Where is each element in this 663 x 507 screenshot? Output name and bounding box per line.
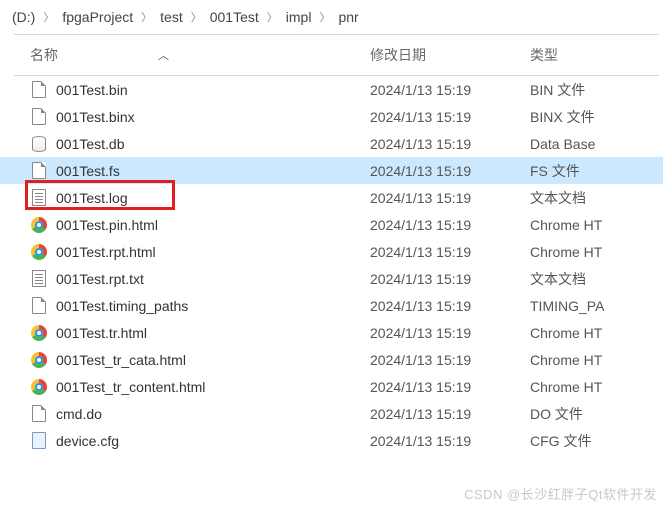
- file-name: 001Test.log: [56, 190, 370, 206]
- file-date: 2024/1/13 15:19: [370, 271, 530, 287]
- file-row[interactable]: 001Test.binx2024/1/13 15:19BINX 文件: [30, 103, 663, 130]
- file-row[interactable]: 001Test_tr_content.html2024/1/13 15:19Ch…: [30, 373, 663, 400]
- file-name: 001Test_tr_cata.html: [56, 352, 370, 368]
- file-name: 001Test.tr.html: [56, 325, 370, 341]
- cfg-icon: [30, 432, 48, 450]
- file-row[interactable]: 001Test.tr.html2024/1/13 15:19Chrome HT: [30, 319, 663, 346]
- file-type: Chrome HT: [530, 379, 602, 395]
- file-row[interactable]: 001Test_tr_cata.html2024/1/13 15:19Chrom…: [30, 346, 663, 373]
- file-icon: [30, 405, 48, 423]
- file-date: 2024/1/13 15:19: [370, 379, 530, 395]
- file-type: BIN 文件: [530, 80, 585, 100]
- file-date: 2024/1/13 15:19: [370, 352, 530, 368]
- column-header-name[interactable]: 名称: [30, 45, 58, 65]
- file-name: device.cfg: [56, 433, 370, 449]
- column-header-type[interactable]: 类型: [530, 45, 663, 65]
- file-type: Data Base: [530, 136, 595, 152]
- breadcrumb-item[interactable]: pnr: [338, 9, 358, 25]
- file-row[interactable]: 001Test.timing_paths2024/1/13 15:19TIMIN…: [30, 292, 663, 319]
- file-row[interactable]: cmd.do2024/1/13 15:19DO 文件: [30, 400, 663, 427]
- file-name: 001Test.binx: [56, 109, 370, 125]
- file-date: 2024/1/13 15:19: [370, 406, 530, 422]
- file-type: Chrome HT: [530, 352, 602, 368]
- file-icon: [30, 108, 48, 126]
- file-date: 2024/1/13 15:19: [370, 298, 530, 314]
- db-icon: [30, 135, 48, 153]
- file-date: 2024/1/13 15:19: [370, 433, 530, 449]
- file-date: 2024/1/13 15:19: [370, 109, 530, 125]
- file-date: 2024/1/13 15:19: [370, 163, 530, 179]
- file-date: 2024/1/13 15:19: [370, 217, 530, 233]
- file-row[interactable]: 001Test.rpt.txt2024/1/13 15:19文本文档: [30, 265, 663, 292]
- textfile-icon: [30, 189, 48, 207]
- breadcrumb-item[interactable]: impl: [286, 9, 312, 25]
- file-date: 2024/1/13 15:19: [370, 136, 530, 152]
- file-row[interactable]: 001Test.db2024/1/13 15:19Data Base: [30, 130, 663, 157]
- watermark-text: CSDN @长沙红胖子Qt软件开发: [464, 484, 657, 503]
- file-row[interactable]: 001Test.pin.html2024/1/13 15:19Chrome HT: [30, 211, 663, 238]
- breadcrumb-root[interactable]: (D:): [12, 9, 35, 25]
- chrome-icon: [30, 243, 48, 261]
- file-date: 2024/1/13 15:19: [370, 244, 530, 260]
- breadcrumb[interactable]: (D:) 〉 fpgaProject 〉 test 〉 001Test 〉 im…: [0, 0, 663, 34]
- file-date: 2024/1/13 15:19: [370, 82, 530, 98]
- file-name: 001Test.pin.html: [56, 217, 370, 233]
- file-type: FS 文件: [530, 161, 580, 181]
- file-date: 2024/1/13 15:19: [370, 325, 530, 341]
- chrome-icon: [30, 216, 48, 234]
- file-name: 001Test.bin: [56, 82, 370, 98]
- file-type: TIMING_PA: [530, 298, 604, 314]
- file-date: 2024/1/13 15:19: [370, 190, 530, 206]
- file-icon: [30, 162, 48, 180]
- chevron-right-icon: 〉: [43, 9, 54, 25]
- chevron-right-icon: 〉: [267, 9, 278, 25]
- file-name: 001Test.fs: [56, 163, 370, 179]
- file-type: Chrome HT: [530, 217, 602, 233]
- chevron-right-icon: 〉: [141, 9, 152, 25]
- chrome-icon: [30, 378, 48, 396]
- breadcrumb-item[interactable]: 001Test: [210, 9, 259, 25]
- textfile-icon: [30, 270, 48, 288]
- sort-ascending-icon: ︿: [158, 47, 169, 63]
- breadcrumb-item[interactable]: fpgaProject: [62, 9, 133, 25]
- file-name: cmd.do: [56, 406, 370, 422]
- file-type: BINX 文件: [530, 107, 595, 127]
- file-type: Chrome HT: [530, 325, 602, 341]
- file-icon: [30, 81, 48, 99]
- file-type: 文本文档: [530, 188, 586, 208]
- file-row[interactable]: device.cfg2024/1/13 15:19CFG 文件: [30, 427, 663, 454]
- file-row[interactable]: 001Test.fs2024/1/13 15:19FS 文件: [0, 157, 663, 184]
- column-header-date[interactable]: 修改日期: [370, 45, 530, 65]
- file-name: 001Test.rpt.txt: [56, 271, 370, 287]
- file-name: 001Test.db: [56, 136, 370, 152]
- file-name: 001Test.timing_paths: [56, 298, 370, 314]
- file-row[interactable]: 001Test.log2024/1/13 15:19文本文档: [30, 184, 663, 211]
- file-row[interactable]: 001Test.rpt.html2024/1/13 15:19Chrome HT: [30, 238, 663, 265]
- chrome-icon: [30, 351, 48, 369]
- chrome-icon: [30, 324, 48, 342]
- breadcrumb-item[interactable]: test: [160, 9, 183, 25]
- file-row[interactable]: 001Test.bin2024/1/13 15:19BIN 文件: [30, 76, 663, 103]
- chevron-right-icon: 〉: [319, 9, 330, 25]
- file-name: 001Test_tr_content.html: [56, 379, 370, 395]
- column-header-row: 名称 ︿ 修改日期 类型: [0, 35, 663, 75]
- chevron-right-icon: 〉: [191, 9, 202, 25]
- file-type: DO 文件: [530, 404, 583, 424]
- file-icon: [30, 297, 48, 315]
- file-type: 文本文档: [530, 269, 586, 289]
- file-type: CFG 文件: [530, 431, 591, 451]
- file-list: 001Test.bin2024/1/13 15:19BIN 文件001Test.…: [0, 76, 663, 454]
- file-name: 001Test.rpt.html: [56, 244, 370, 260]
- file-type: Chrome HT: [530, 244, 602, 260]
